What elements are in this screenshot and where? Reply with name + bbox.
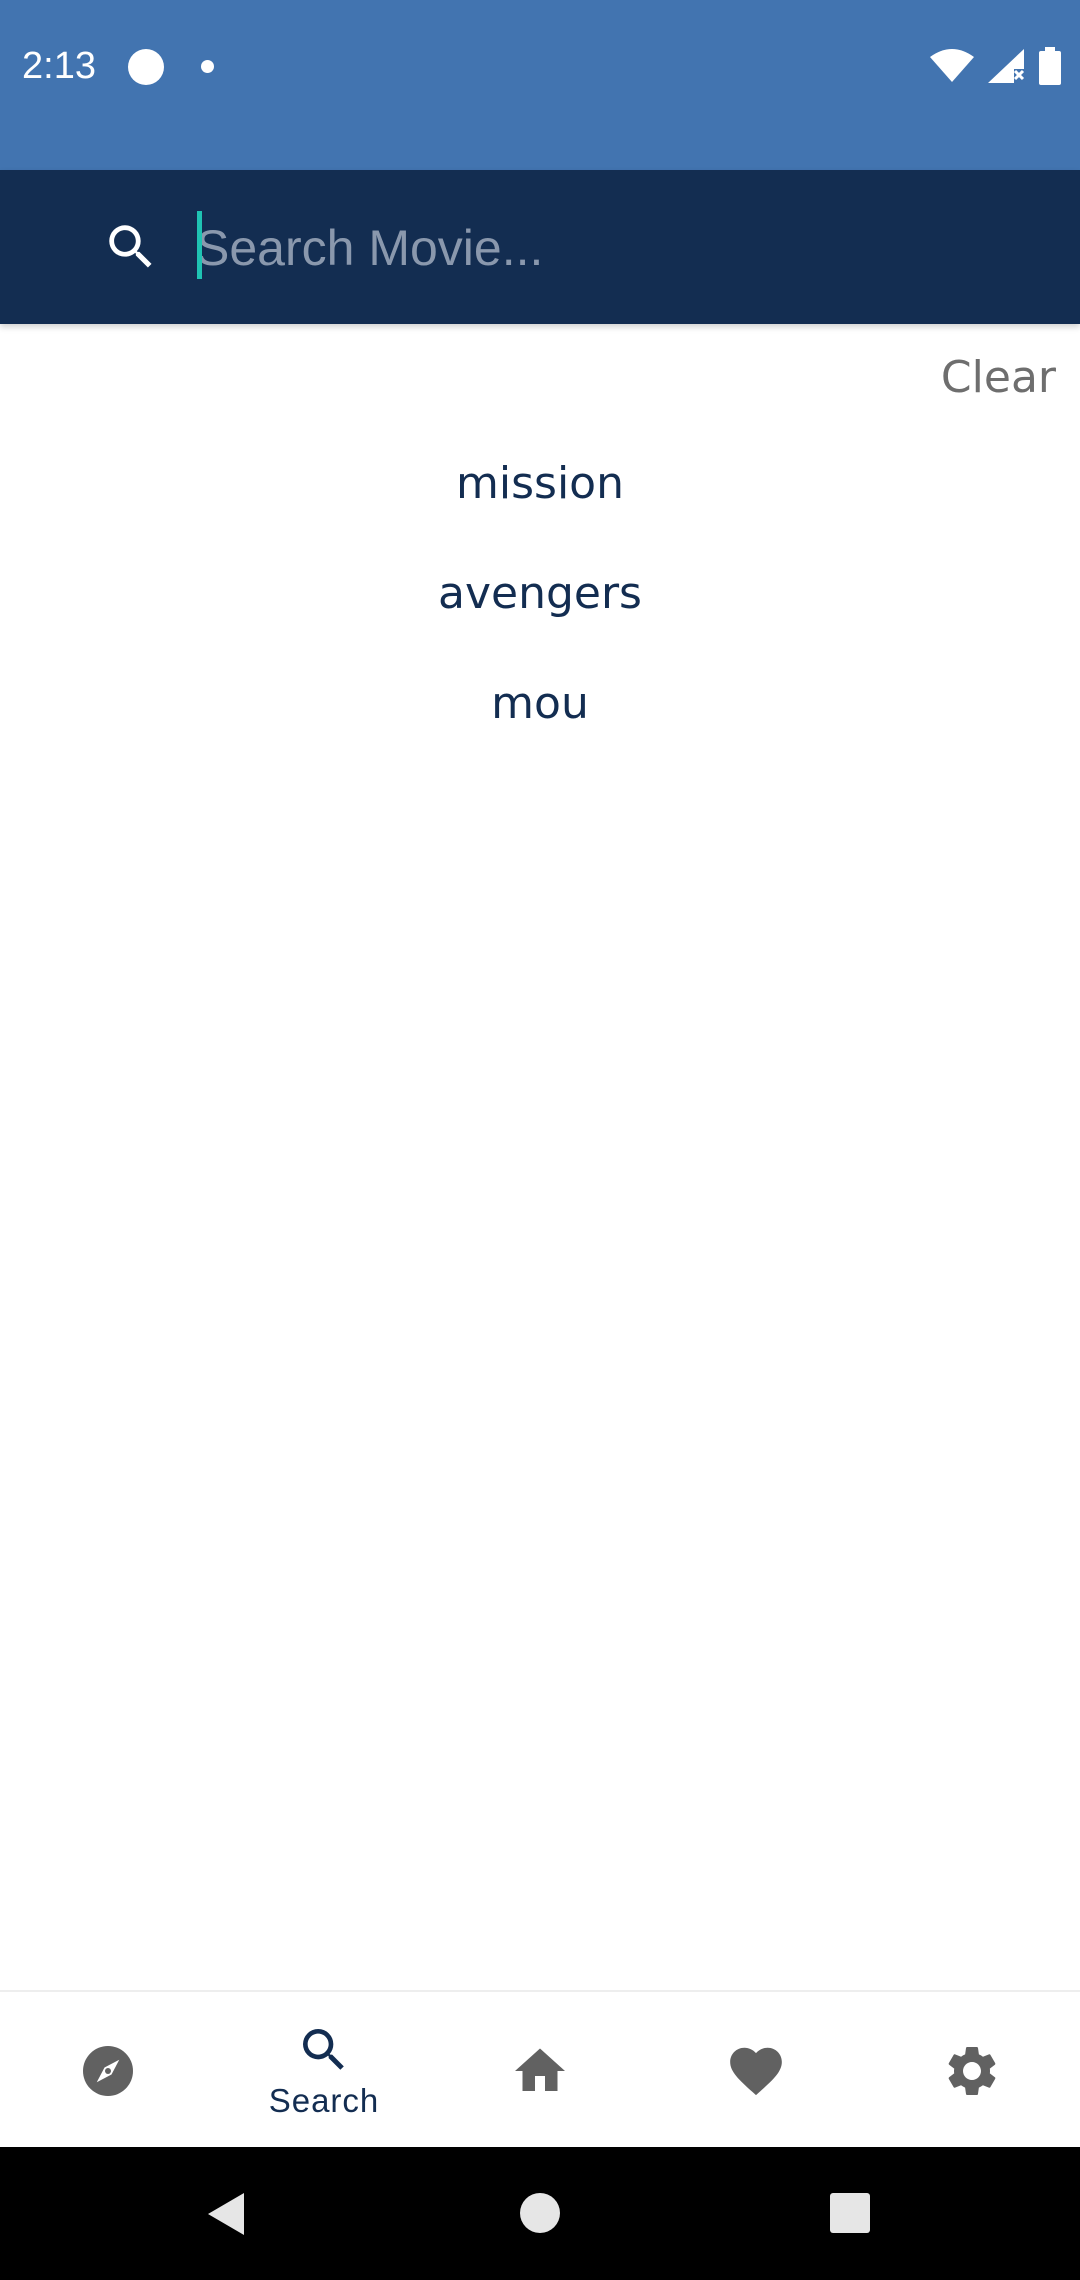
search-input[interactable] [196,208,1036,288]
back-icon[interactable] [204,2191,250,2237]
text-cursor [197,211,202,279]
nav-item-search[interactable]: Search [216,1992,432,2149]
home-icon [515,2048,565,2091]
notification-small-dot-icon [201,60,214,73]
clear-history-button[interactable]: Clear [941,350,1056,406]
status-time: 2:13 [22,45,96,87]
signal-icon [988,49,1025,83]
compass-icon [83,2045,133,2096]
gear-icon [948,2046,996,2095]
home-button-icon[interactable] [518,2191,562,2235]
status-icons [930,44,1062,88]
nav-label-search: Search [268,2081,380,2119]
history-item[interactable]: mission [0,452,1080,562]
battery-icon [1039,47,1061,85]
heart-icon [730,2047,782,2095]
nav-item-settings[interactable] [864,1992,1080,2149]
status-bar: 2:13 [0,0,1080,170]
bottom-navigation: Search [0,1990,1080,2147]
search-history-list: mission avengers mou [0,452,1080,782]
nav-item-home[interactable] [432,1992,648,2149]
history-item[interactable]: avengers [0,562,1080,672]
nav-item-favorites[interactable] [648,1992,864,2149]
wifi-icon [930,49,974,82]
history-item[interactable]: mou [0,672,1080,782]
search-header [0,170,1080,324]
recents-icon[interactable] [828,2191,872,2235]
notification-dot-icon [128,49,164,85]
search-icon [102,218,160,276]
nav-item-discover[interactable] [0,1992,216,2149]
system-navigation-bar [0,2147,1080,2280]
search-icon [303,2028,344,2070]
screen: 2:13 Clear mission [0,0,1080,2280]
